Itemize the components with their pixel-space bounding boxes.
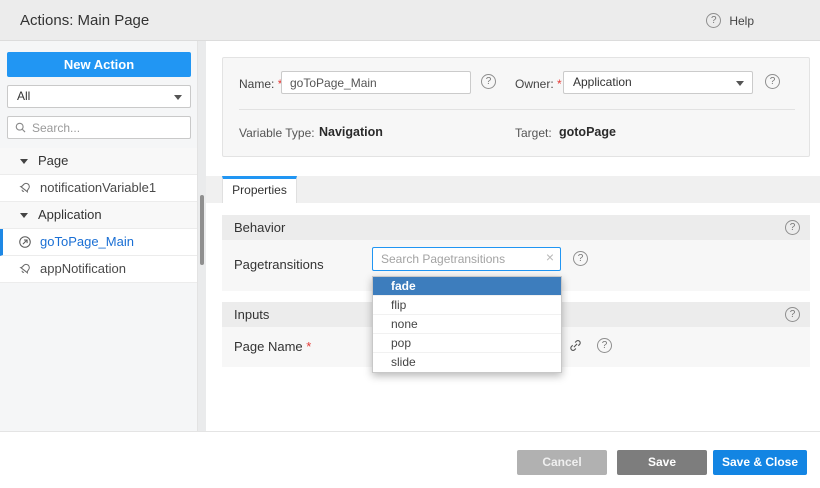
required-marker: * <box>306 339 311 354</box>
inputs-help-icon[interactable] <box>785 307 800 322</box>
owner-label: Owner: * <box>515 77 562 91</box>
page-name-label: Page Name * <box>234 339 311 354</box>
save-and-close-button[interactable]: Save & Close <box>713 450 807 475</box>
footer-bar: Cancel Save Save & Close <box>0 431 820 488</box>
target-value: gotoPage <box>559 125 616 139</box>
name-label: Name: * <box>239 77 282 91</box>
dropdown-option-fade[interactable]: fade <box>373 277 561 296</box>
vertical-scrollbar[interactable] <box>198 41 206 431</box>
owner-help-icon[interactable] <box>765 74 780 89</box>
filter-dropdown[interactable]: All <box>7 85 191 108</box>
pagetransitions-help-icon[interactable] <box>573 251 588 266</box>
owner-dropdown-value: Application <box>573 72 632 93</box>
dropdown-option-slide[interactable]: slide <box>373 353 561 372</box>
tree-item-notificationvariable1[interactable]: notificationVariable1 <box>0 175 197 202</box>
pagetransitions-label: Pagetransitions <box>234 257 324 272</box>
tab-bar: Properties <box>206 176 820 203</box>
variable-type-label: Variable Type: <box>239 126 315 140</box>
bell-icon <box>15 259 35 279</box>
name-help-icon[interactable] <box>481 74 496 89</box>
navigate-icon <box>18 235 32 249</box>
behavior-help-icon[interactable] <box>785 220 800 235</box>
pagetransitions-dropdown: fade flip none pop slide <box>372 276 562 373</box>
tree-group-label: Application <box>38 202 102 228</box>
help-button[interactable]: Help <box>706 0 754 41</box>
sidebar-search[interactable] <box>7 116 191 139</box>
target-label: Target: <box>515 126 552 140</box>
actions-editor-window: Actions: Main Page Help New Action All P… <box>0 0 820 488</box>
actions-sidebar: New Action All Page notificationVa <box>0 41 198 431</box>
cancel-button[interactable]: Cancel <box>517 450 607 475</box>
new-action-button[interactable]: New Action <box>7 52 191 77</box>
behavior-title: Behavior <box>234 215 285 240</box>
scrollbar-thumb[interactable] <box>200 195 204 265</box>
owner-dropdown[interactable]: Application <box>563 71 753 94</box>
filter-dropdown-value: All <box>17 86 30 107</box>
dropdown-option-none[interactable]: none <box>373 315 561 334</box>
tree-group-page[interactable]: Page <box>0 148 197 175</box>
tree-group-application[interactable]: Application <box>0 202 197 229</box>
chevron-down-icon <box>736 81 744 86</box>
actions-tree: Page notificationVariable1 Application g… <box>0 148 197 283</box>
tree-group-label: Page <box>38 148 68 174</box>
search-icon <box>14 121 27 134</box>
pagetransitions-search-input[interactable] <box>381 249 536 269</box>
dropdown-option-flip[interactable]: flip <box>373 296 561 315</box>
chevron-down-icon <box>174 95 182 100</box>
help-icon <box>706 13 721 28</box>
link-icon[interactable] <box>568 338 583 353</box>
help-label: Help <box>729 14 754 28</box>
variable-type-value: Navigation <box>319 125 383 139</box>
sidebar-search-input[interactable] <box>32 117 182 138</box>
action-info-panel: Name: * Owner: * Application Variable Ty… <box>222 57 810 157</box>
collapse-triangle-icon <box>20 159 28 164</box>
divider <box>239 109 795 110</box>
behavior-section-header: Behavior <box>222 215 810 240</box>
tree-item-appnotification[interactable]: appNotification <box>0 256 197 283</box>
tree-item-label: appNotification <box>40 256 126 282</box>
tree-item-label: goToPage_Main <box>40 229 134 255</box>
required-marker: * <box>557 77 562 91</box>
bell-icon <box>15 178 35 198</box>
page-title: Actions: Main Page <box>20 0 149 41</box>
tree-item-label: notificationVariable1 <box>40 175 156 201</box>
page-name-help-icon[interactable] <box>597 338 612 353</box>
inputs-title: Inputs <box>234 302 269 327</box>
save-button[interactable]: Save <box>617 450 707 475</box>
collapse-triangle-icon <box>20 213 28 218</box>
tree-item-gotopage-main[interactable]: goToPage_Main <box>0 229 197 256</box>
pagetransitions-search[interactable] <box>372 247 561 271</box>
name-input[interactable] <box>281 71 471 94</box>
app-header: Actions: Main Page Help <box>0 0 820 41</box>
tab-properties[interactable]: Properties <box>222 176 297 203</box>
dropdown-option-pop[interactable]: pop <box>373 334 561 353</box>
clear-icon[interactable] <box>546 249 554 265</box>
